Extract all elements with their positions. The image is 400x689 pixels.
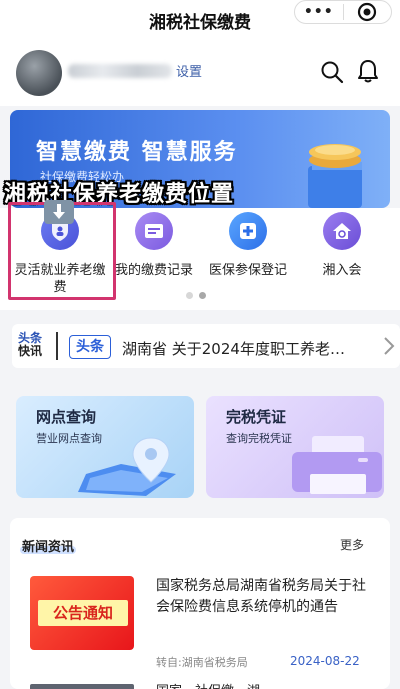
news-more-link[interactable]: 更多 — [340, 536, 364, 553]
quick-item-label: 湘入会 — [322, 263, 362, 278]
news-section: 新闻资讯 更多 公告通知 国家税务总局湖南省税务局关于社会保险费信息系统停机的通… — [10, 518, 390, 689]
service-card-outlet-search[interactable]: 网点查询 营业网点查询 — [16, 396, 194, 498]
card-subtitle: 查询完税凭证 — [226, 432, 292, 445]
search-icon[interactable] — [320, 60, 344, 84]
records-icon — [135, 212, 173, 250]
chevron-right-icon[interactable] — [382, 336, 396, 356]
news-thumbnail[interactable]: 公告通知 — [30, 576, 134, 650]
ticker-logo-line2: 快讯 — [18, 344, 43, 358]
news-section-title: 新闻资讯 — [22, 540, 75, 555]
quick-item-payment-records[interactable]: 我的缴费记录 — [104, 212, 204, 279]
more-menu-button[interactable]: ••• — [295, 4, 343, 20]
quick-item-label: 我的缴费记录 — [114, 263, 193, 278]
top-bar: 湘税社保缴费 ••• — [0, 0, 400, 34]
card-title: 网点查询 — [36, 408, 97, 426]
bell-icon[interactable] — [356, 58, 380, 84]
avatar[interactable] — [16, 50, 62, 96]
carousel-dot[interactable] — [186, 292, 193, 299]
target-close-icon — [358, 2, 377, 22]
news-headline[interactable]: 国家税务总局湖南省税务局关于社会保险费信息系统停机的通告 — [156, 576, 370, 618]
banner-headline: 智慧缴费 智慧服务 — [36, 140, 238, 165]
map-pin-icon — [78, 437, 176, 496]
card-title: 完税凭证 — [226, 408, 287, 426]
carousel-dot-active[interactable] — [199, 292, 206, 299]
user-header: 设置 — [0, 34, 400, 106]
ticker-tag: 头条 — [69, 335, 111, 359]
quick-item-label: 医保参保登记 — [208, 263, 287, 278]
news-next-headline[interactable]: 国家…社保缴…湖… — [156, 680, 370, 689]
house-globe-icon — [323, 212, 361, 250]
news-date: 2024-08-22 — [290, 654, 360, 668]
settings-link[interactable]: 设置 — [176, 61, 202, 80]
download-arrow-icon — [44, 200, 74, 224]
quick-item-medical-registration[interactable]: 医保参保登记 — [198, 212, 298, 279]
quick-item-xiangruhui[interactable]: 湘入会 — [292, 212, 392, 279]
news-source: 转自:湖南省税务局 — [156, 656, 248, 669]
mini-program-capsule: ••• — [294, 0, 392, 24]
news-next-thumbnail[interactable] — [30, 684, 134, 689]
ticker-text[interactable]: 湖南省 关于2024年度职工养老… — [122, 338, 374, 359]
service-card-tax-certificate[interactable]: 完税凭证 查询完税凭证 — [206, 396, 384, 498]
coin-stack-icon — [308, 144, 362, 208]
printer-icon — [292, 436, 382, 494]
headline-ticker[interactable]: 头条 快讯 头条 湖南省 关于2024年度职工养老… — [12, 324, 400, 368]
carousel-dots — [186, 292, 206, 299]
ticker-logo: 头条 快讯 — [18, 332, 52, 358]
news-thumbnail-text: 公告通知 — [38, 600, 128, 626]
medical-plus-icon — [229, 212, 267, 250]
close-mini-program-button[interactable] — [343, 2, 391, 22]
blurred-username — [68, 64, 172, 78]
ticker-divider — [56, 332, 58, 360]
